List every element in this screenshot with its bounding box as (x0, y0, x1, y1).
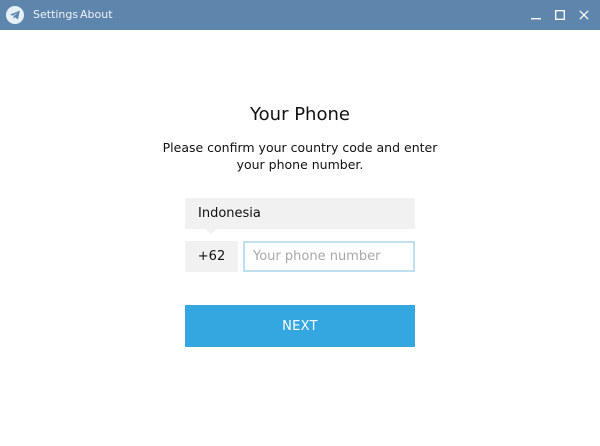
country-label: Indonesia (198, 206, 261, 221)
menu-settings[interactable]: Settings (33, 0, 78, 30)
telegram-plane-icon (6, 6, 24, 24)
maximize-icon (555, 10, 565, 20)
close-button[interactable] (571, 0, 597, 30)
menu-about[interactable]: About (80, 0, 113, 30)
country-pointer (205, 229, 217, 234)
phone-number-input[interactable] (243, 241, 415, 272)
minimize-button[interactable] (523, 0, 549, 30)
country-selector[interactable]: Indonesia (185, 198, 415, 234)
minimize-icon (531, 18, 541, 20)
page-title: Your Phone (250, 104, 350, 125)
title-bar: Settings About (0, 0, 600, 30)
page-description: Please confirm your country code and ent… (162, 140, 438, 172)
country-code-field[interactable]: +62 (185, 241, 238, 272)
next-button[interactable]: NEXT (185, 305, 415, 347)
maximize-button[interactable] (547, 0, 573, 30)
close-icon (579, 10, 589, 20)
